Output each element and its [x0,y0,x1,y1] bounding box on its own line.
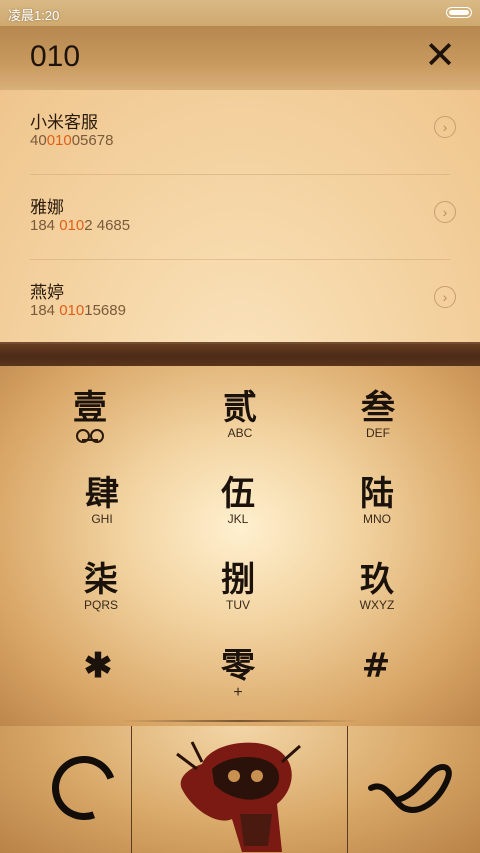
action-bar [0,726,480,853]
key-1[interactable]: 壹 [30,366,150,452]
key-4[interactable]: 肆 GHI [42,452,162,538]
chevron-right-icon[interactable]: › [434,201,456,223]
contact-row[interactable]: 雅娜 184 0102 4685 › [30,175,456,260]
contact-results: 小米客服 4001005678 › 雅娜 184 0102 4685 › 燕婷 … [0,90,480,342]
voicemail-icon [76,429,104,443]
contact-number: 4001005678 [30,132,114,149]
key-5[interactable]: 伍 JKL [178,452,298,538]
battery-icon [446,7,472,18]
contact-name: 雅娜 [30,198,64,217]
call-button[interactable] [348,726,480,853]
key-6[interactable]: 陆 MNO [317,452,437,538]
ink-call-icon [368,764,452,813]
keypad-divider [120,720,360,722]
menu-button[interactable] [132,726,347,853]
status-bar: 凌晨1:20 [0,0,480,26]
key-0[interactable]: 零 + [178,624,298,710]
contact-name: 小米客服 [30,113,98,132]
key-hash[interactable]: # [316,624,436,710]
chevron-right-icon[interactable]: › [434,116,456,138]
wood-divider [0,342,480,366]
chevron-right-icon[interactable]: › [434,286,456,308]
key-3[interactable]: 叁 DEF [318,366,438,452]
contact-number: 184 01015689 [30,302,126,319]
search-header: 010 ✕ [0,26,480,93]
contact-row[interactable]: 小米客服 4001005678 › [30,90,456,175]
delete-button[interactable] [0,726,131,853]
key-star[interactable]: ✱ [38,624,158,710]
dial-keypad: 壹 贰 ABC 叁 DEF 肆 GHI 伍 JKL 陆 MNO 柒 PQRS 捌… [0,366,480,726]
key-9[interactable]: 玖 WXYZ [317,538,437,624]
close-icon[interactable]: ✕ [420,34,460,78]
contact-number: 184 0102 4685 [30,217,131,234]
status-time: 凌晨1:20 [8,8,60,23]
dial-input[interactable]: 010 [30,40,80,74]
ink-circle-delete-icon [41,745,127,831]
contact-row[interactable]: 燕婷 184 01015689 › [30,260,456,344]
peking-opera-puppet-icon [176,741,301,852]
contact-name: 燕婷 [30,283,64,302]
key-2[interactable]: 贰 ABC [180,366,300,452]
key-8[interactable]: 捌 TUV [178,538,298,624]
key-7[interactable]: 柒 PQRS [41,538,161,624]
